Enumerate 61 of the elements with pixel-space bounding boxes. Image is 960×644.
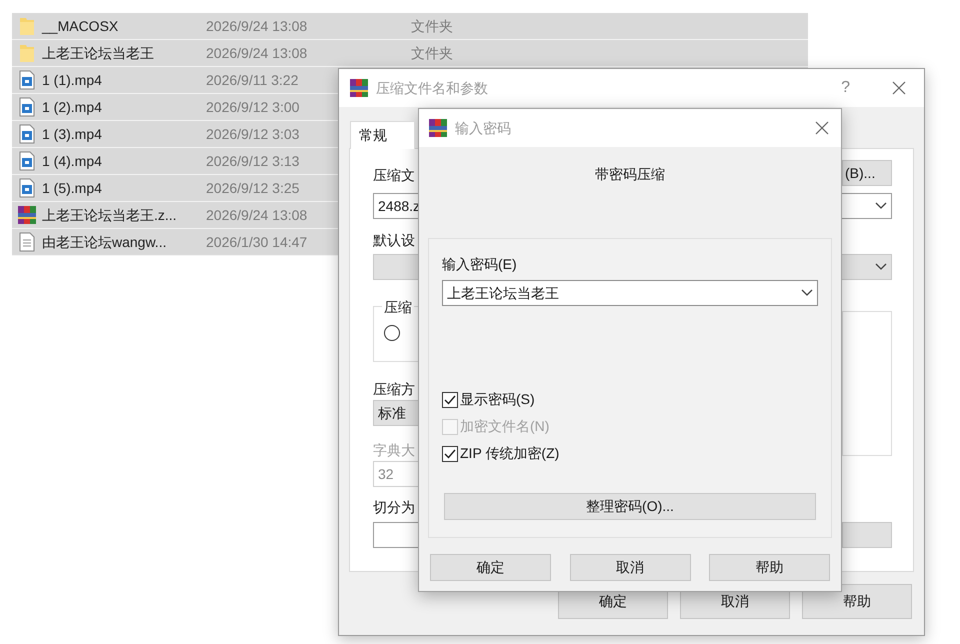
checkbox[interactable]	[442, 392, 458, 408]
folder-icon	[19, 16, 35, 36]
file-date: 2026/9/12 3:13	[206, 152, 300, 168]
file-date: 2026/9/11 3:22	[206, 72, 298, 88]
file-name: 1 (5).mp4	[42, 180, 102, 196]
video-file-icon	[19, 70, 35, 90]
checkbox-label: ZIP 传统加密(Z)	[460, 444, 560, 463]
file-date: 2026/9/24 13:08	[206, 206, 308, 222]
close-icon[interactable]	[815, 121, 829, 135]
file-type: 文件夹	[411, 16, 453, 36]
winrar-icon	[428, 118, 448, 138]
checkbox-label: 显示密码(S)	[460, 390, 535, 409]
video-file-icon	[19, 97, 35, 117]
password-combo[interactable]: 上老王论坛当老王	[442, 280, 818, 306]
chevron-down-icon	[875, 263, 887, 271]
file-name: 1 (2).mp4	[42, 98, 102, 114]
file-name: 由老王论坛wangw...	[42, 234, 166, 250]
close-icon[interactable]	[892, 81, 906, 95]
video-file-icon	[19, 124, 35, 144]
field-label: 输入密码(E)	[442, 255, 517, 274]
file-type: 文件夹	[411, 44, 453, 62]
field-label: 压缩文	[373, 166, 415, 185]
field-label: 默认设	[373, 231, 415, 250]
file-date: 2026/9/12 3:03	[206, 126, 300, 142]
winrar-icon	[349, 78, 369, 98]
file-row[interactable]: __MACOSX 2026/9/24 13:08 文件夹	[12, 13, 808, 40]
window-title: 输入密码	[455, 118, 511, 138]
field-label: 压缩方	[373, 380, 415, 399]
file-date: 2026/9/24 13:08	[206, 18, 308, 34]
video-file-icon	[19, 178, 35, 198]
text-file-icon	[19, 232, 35, 252]
archive-icon	[17, 205, 37, 225]
file-name: 1 (4).mp4	[42, 152, 102, 168]
file-row[interactable]: 上老王论坛当老王 2026/9/24 13:08 文件夹	[12, 40, 808, 67]
file-name: 上老王论坛当老王.z...	[42, 206, 177, 222]
checkbox-label: 加密文件名(N)	[460, 417, 550, 436]
dialog-button[interactable]: 确定	[430, 554, 551, 581]
window-title: 压缩文件名和参数	[376, 78, 488, 98]
file-date: 2026/9/24 13:08	[206, 44, 308, 60]
tab[interactable]: 常规	[350, 121, 415, 149]
dialog-button[interactable]: 帮助	[802, 584, 912, 619]
dialog-button[interactable]: 取消	[570, 554, 690, 581]
file-name: 1 (1).mp4	[42, 72, 102, 88]
video-file-icon	[19, 151, 35, 171]
file-date: 2026/9/12 3:25	[206, 180, 300, 196]
radio-button[interactable]	[384, 325, 400, 341]
file-date: 2026/1/30 14:47	[206, 234, 308, 250]
dialog-button[interactable]: 帮助	[709, 554, 830, 581]
field-label: 切分为	[373, 498, 415, 517]
browse-button[interactable]: (B)...	[842, 160, 892, 186]
field-label: 字典大	[373, 441, 415, 460]
file-name: 1 (3).mp4	[42, 126, 102, 142]
checkbox[interactable]	[442, 446, 458, 462]
dialog-heading: 带密码压缩	[595, 165, 665, 184]
file-name: 上老王论坛当老王	[42, 44, 154, 60]
file-date: 2026/9/12 3:00	[206, 98, 300, 114]
folder-icon	[19, 43, 35, 63]
chevron-down-icon	[801, 289, 813, 297]
chevron-down-icon	[875, 202, 887, 210]
organize-passwords-button[interactable]: 整理密码(O)...	[444, 493, 816, 520]
file-name: __MACOSX	[42, 18, 118, 34]
